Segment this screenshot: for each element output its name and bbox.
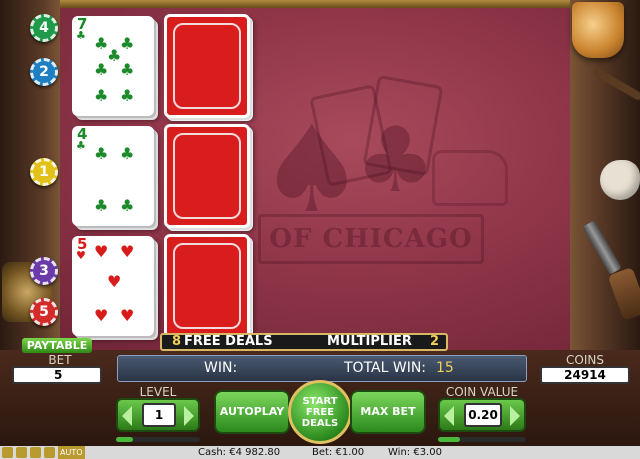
chip-label: 4 [39,20,49,36]
free-deals-bar: 8 FREE DEALS MULTIPLIER 2 [160,333,448,351]
heart-icon: ♥ [107,272,122,291]
game-screen: ♠ ♣ OF CHICAGO 4 2 1 3 5 7 ♣ ♣ ♣ ♣ ♣ ♣ ♣… [0,0,640,459]
free-deals-count: 8 [172,334,182,349]
coin-value-increase-button[interactable] [510,406,520,426]
club-icon: ♣ [76,139,86,152]
coin-value: 0.20 [464,403,502,427]
heart-icon: ♥ [94,242,109,261]
coin-value-progress [438,437,526,442]
multiplier-value: 2 [430,334,440,349]
money-sack-icon [600,160,640,200]
chip-label: 3 [39,263,49,279]
watermark-spade-icon: ♠ [258,99,366,240]
coins-value: 24914 [540,366,630,384]
whiskey-glass-icon [572,2,624,58]
win-bar: WIN: TOTAL WIN: 15 [117,355,527,382]
fullscreen-icon[interactable] [44,447,55,458]
autoplay-button[interactable]: AUTOPLAY [214,390,290,434]
club-icon: ♣ [120,196,135,215]
club-icon: ♣ [94,196,109,215]
help-icon[interactable] [30,447,41,458]
club-icon: ♣ [76,29,86,42]
coin-value-label: COIN VALUE [445,385,519,399]
club-icon: ♣ [120,86,135,105]
revolver-icon [582,210,640,321]
card-back[interactable] [164,124,250,228]
coin-value-stepper: 0.20 [438,398,526,432]
auto-button[interactable]: AUTO [58,446,85,459]
level-label: LEVEL [139,385,177,399]
club-icon: ♣ [120,144,135,163]
club-icon: ♣ [94,60,109,79]
sound-icon[interactable] [2,447,13,458]
chip-label: 1 [39,164,49,180]
max-bet-button[interactable]: MAX BET [350,390,426,434]
level-stepper: 1 [116,398,200,432]
win-display: Win: €3.00 [388,447,442,458]
bet-label: BET [48,353,72,367]
watermark-club-icon: ♣ [355,107,436,213]
multiplier-label: MULTIPLIER [327,334,412,349]
settings-icon[interactable] [16,447,27,458]
win-label: WIN: [204,360,238,376]
club-icon: ♣ [120,60,135,79]
watermark-car-icon [432,150,508,206]
level-increase-button[interactable] [184,406,194,426]
player-card-7-clubs[interactable]: 7 ♣ ♣ ♣ ♣ ♣ ♣ ♣ ♣ [72,16,154,116]
level-progress [116,437,200,442]
bet-display: Bet: €1.00 [312,447,365,458]
heart-icon: ♥ [94,306,109,325]
watermark-logo: OF CHICAGO [258,214,484,264]
heart-icon: ♥ [76,249,86,262]
table-rail-top [55,0,575,8]
player-card-5-hearts[interactable]: 5 ♥ ♥ ♥ ♥ ♥ ♥ [72,236,154,336]
coins-label: COINS [566,353,604,367]
total-win-label: TOTAL WIN: [344,360,427,376]
level-decrease-button[interactable] [122,406,132,426]
free-deals-label: FREE DEALS [184,334,273,349]
paytable-button[interactable]: PAYTABLE [22,338,92,353]
line-chip-5[interactable]: 5 [30,298,58,326]
heart-icon: ♥ [120,306,135,325]
club-icon: ♣ [94,144,109,163]
line-chip-3[interactable]: 3 [30,257,58,285]
line-chip-1[interactable]: 1 [30,158,58,186]
level-value: 1 [142,403,176,427]
card-back[interactable] [164,234,250,338]
line-chip-2[interactable]: 2 [30,58,58,86]
chip-label: 5 [39,304,49,320]
cash-display: Cash: €4 982.80 [198,447,281,458]
club-icon: ♣ [94,86,109,105]
club-icon: ♣ [120,34,135,53]
status-bar: AUTO Cash: €4 982.80 Bet: €1.00 Win: €3.… [0,446,640,459]
heart-icon: ♥ [120,242,135,261]
line-chip-4[interactable]: 4 [30,14,58,42]
total-win-value: 15 [436,360,454,376]
player-card-4-clubs[interactable]: 4 ♣ ♣ ♣ ♣ ♣ [72,126,154,226]
bet-value: 5 [12,366,102,384]
coin-value-decrease-button[interactable] [444,406,454,426]
chip-label: 2 [39,64,49,80]
start-free-deals-button[interactable]: START FREE DEALS [288,380,352,444]
card-back[interactable] [164,14,250,118]
